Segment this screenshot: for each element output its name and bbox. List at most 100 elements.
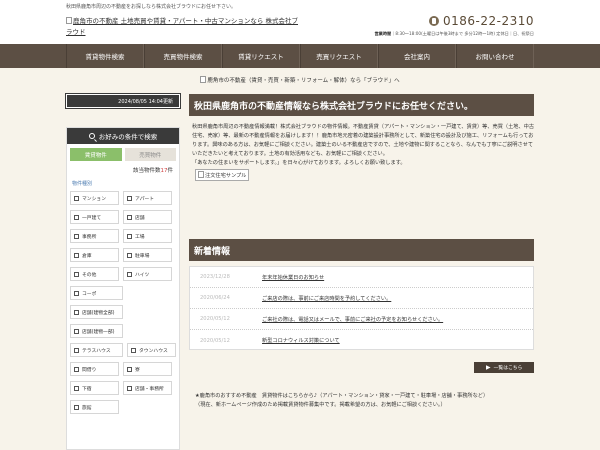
option-corpo[interactable]: コーポ [70,286,123,300]
search-icon [88,133,95,139]
property-type-label: 物件種別 [72,181,93,187]
option-office[interactable]: 事務所 [70,229,119,243]
banner-alt-text: 鹿角市の不動産（賃貸・売買・新築・リフォーム・解体）なら「ブラウド」へ [207,78,400,84]
page-title: 秋田県鹿角市の不動産情報なら株式会社ブラウドにお任せください。 [189,94,534,116]
phone-text: 0186-22-2310 [442,14,534,28]
news-date: 2020/06/24 [200,295,230,301]
news-date: 2020/05/12 [200,316,230,322]
news-date: 2020/05/12 [200,337,230,344]
global-nav: 賃貸物件検索 売買物件検索 賃貸リクエスト 売買リクエスト 会社案内 お問い合わ… [0,44,600,68]
news-item: 2020/05/12 ご来社の際は、電話又はメールで、事前にご来社の予定をお知ら… [190,309,533,330]
intro-text: 秋田県鹿角市周辺の不動産情報満載！株式会社ブラウドの物件情報。不動産賃貸（アパー… [189,123,534,168]
news-link[interactable]: 年末年始休業日のお知らせ [262,274,324,281]
business-hours: 営業時間｜8:30～18:00(土曜日は午後3時まで 多分12時～1時) 定休日… [374,31,534,36]
checkbox[interactable] [74,385,79,391]
option-house[interactable]: 一戸建て [70,210,119,224]
checkbox[interactable] [74,290,79,296]
count-suffix: 件 [167,168,173,174]
checkbox[interactable] [127,214,132,220]
option-parking[interactable]: 駐車場 [123,248,172,262]
option-label: 事務所 [82,234,97,240]
nav-company[interactable]: 会社案内 [378,44,456,68]
option-apartment[interactable]: アパート [123,191,172,205]
news-list-button[interactable]: 一覧はこちら [474,362,534,373]
checkbox[interactable] [127,366,132,372]
option-label: 工場 [135,234,145,240]
checkbox[interactable] [131,347,136,353]
result-count: 該当物件数17件 [67,161,179,174]
option-label: その他 [82,272,97,278]
checkbox[interactable] [127,195,132,201]
news-item: 2020/06/24 ご来店の際は、事前にご来店時間を予約してください。 [190,288,533,309]
tab-rent[interactable]: 賃貸物件 [70,148,122,161]
intro-paragraph: 秋田県鹿角市周辺の不動産情報満載！株式会社ブラウドの物件情報。不動産賃貸（アパー… [192,124,535,157]
news-item: 2023/12/28 年末年始休業日のお知らせ [190,267,533,288]
checkbox[interactable] [74,271,79,277]
option-warehouse[interactable]: 倉庫 [70,248,119,262]
option-label: 店舗(建物一部) [82,329,115,335]
option-other[interactable]: その他 [70,267,119,281]
option-boarding[interactable]: 下宿 [70,381,119,395]
checkbox[interactable] [127,252,132,258]
checkbox[interactable] [74,328,79,334]
option-heights[interactable]: ハイツ [123,267,172,281]
tab-sale[interactable]: 売買物件 [124,148,176,161]
checkbox[interactable] [74,214,79,220]
news-item: 2020/05/12 新型コロナウィルス対策について [190,330,533,351]
checkbox[interactable] [74,195,79,201]
checkbox[interactable] [127,233,132,239]
option-shop[interactable]: 店舗 [123,210,172,224]
main-content: 秋田県鹿角市の不動産情報なら株式会社ブラウドにお任せください。 秋田県鹿角市周辺… [189,94,534,408]
phone-number[interactable]: 0186-22-2310 [322,14,534,28]
search-header: お好みの条件で検索 [67,128,179,144]
search-tabs: 賃貸物件 売買物件 [67,144,179,161]
option-town-house[interactable]: タウンハウス [127,343,176,357]
option-label: コーポ [82,291,97,297]
checkbox[interactable] [74,233,79,239]
contact-info: 0186-22-2310 営業時間｜8:30～18:00(土曜日は午後3時まで … [322,14,534,37]
broken-image-icon [66,17,72,24]
option-room-rent[interactable]: 間借り [70,362,119,376]
checkbox[interactable] [74,347,79,353]
nav-sale-search[interactable]: 売買物件検索 [144,44,222,68]
checkbox[interactable] [74,309,79,315]
image-alt-text: 注文住宅サンプル [205,173,247,179]
sidebar: 2024/08/05 14:04更新 お好みの条件で検索 賃貸物件 売買物件 該… [65,93,181,450]
nav-rent-search[interactable]: 賃貸物件検索 [66,44,144,68]
option-shop-whole[interactable]: 店舗(建物全部) [70,305,123,319]
option-label: アパート [135,196,155,202]
option-label: 間借り [82,367,97,373]
option-inn[interactable]: 旅館 [70,400,119,414]
news-link[interactable]: 新型コロナウィルス対策について [262,337,340,344]
checkbox[interactable] [74,366,79,372]
news-link[interactable]: ご来社の際は、電話又はメールで、事前にご来社の予定をお知らせください。 [262,316,443,323]
option-factory[interactable]: 工場 [123,229,172,243]
option-dormitory[interactable]: 寮 [123,362,172,376]
search-title: お好みの条件で検索 [98,133,158,141]
option-mansion[interactable]: マンション [70,191,119,205]
option-label: タウンハウス [139,348,168,354]
nav-contact[interactable]: お問い合わせ [456,44,534,68]
option-label: テラスハウス [82,348,111,354]
recommended-text: ★鹿角市のおすすめ不動産 賃貸物件はこちらから♪（アパート・マンション・貸家・一… [195,393,489,399]
checkbox[interactable] [74,252,79,258]
option-label: 下宿 [82,386,92,392]
closed-days: 日、祝祭日 [513,31,534,36]
site-logo-link[interactable]: 鹿角市の不動産 土地売買や賃貸・アパート・中古マンションなら 株式会社ブラウド [66,16,298,38]
option-shop-part[interactable]: 店舗(建物一部) [70,324,123,338]
nav-sale-request[interactable]: 売買リクエスト [300,44,378,68]
checkbox[interactable] [127,271,132,277]
checkbox[interactable] [127,385,132,391]
news-link[interactable]: ご来店の際は、事前にご来店時間を予約してください。 [262,295,391,302]
option-label: 店舗(建物全部) [82,310,115,316]
checkbox[interactable] [74,404,79,410]
nav-rent-request[interactable]: 賃貸リクエスト [222,44,300,68]
broken-image-icon [198,171,204,178]
list-button-label: 一覧はこちら [493,366,523,371]
hours-text: 8:30～18:00(土曜日は午後3時まで 多分12時～1時) 定休日 [395,31,509,36]
option-label: 駐車場 [135,253,150,259]
option-terrace-house[interactable]: テラスハウス [70,343,123,357]
option-shop-office[interactable]: 店舗・事務所 [123,381,172,395]
option-label: 寮 [135,367,140,373]
recommended-section: ★鹿角市のおすすめ不動産 賃貸物件はこちらから♪（アパート・マンション・貸家・一… [195,392,534,410]
